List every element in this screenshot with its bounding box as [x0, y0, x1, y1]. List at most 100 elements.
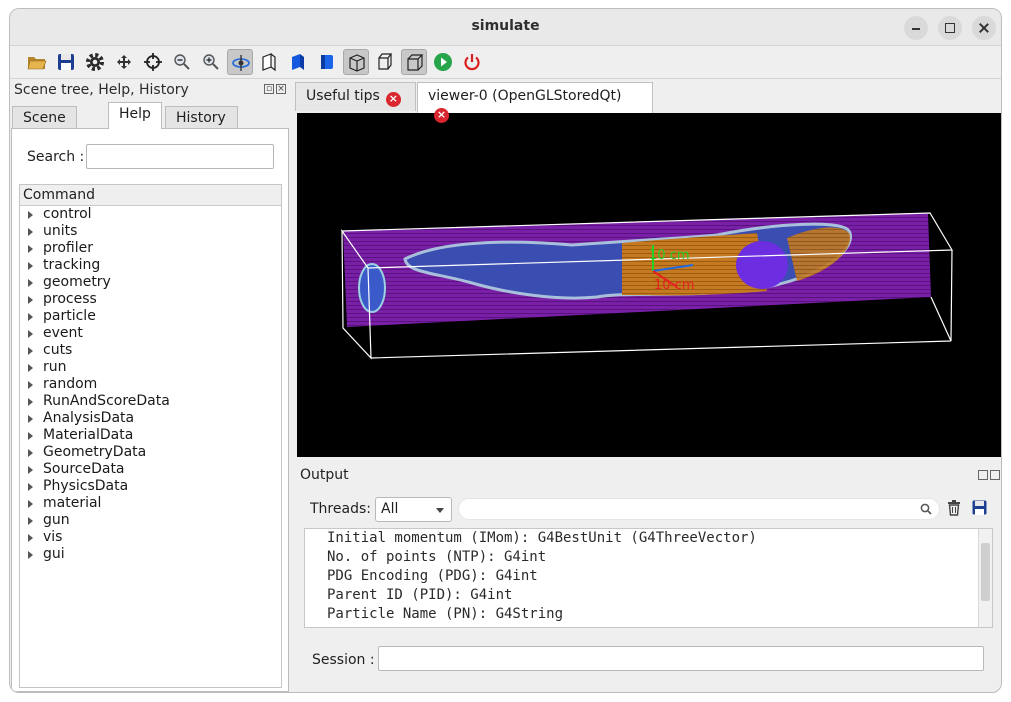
organ-region — [736, 241, 788, 289]
zoom-out-icon — [174, 54, 190, 70]
command-item[interactable]: particle — [20, 308, 281, 325]
output-log[interactable]: Initial momentum (IMom): G4BestUnit (G4T… — [304, 528, 993, 628]
session-label: Session : — [312, 652, 375, 668]
command-item[interactable]: AnalysisData — [20, 410, 281, 427]
zoom-in-button[interactable] — [198, 49, 224, 75]
dock-title: Scene tree, Help, History — [14, 82, 189, 98]
move-button[interactable] — [111, 49, 137, 75]
rotate-button[interactable] — [227, 49, 253, 75]
rotate-icon — [232, 55, 250, 71]
minimize-button[interactable] — [904, 16, 928, 40]
output-scrollbar[interactable] — [978, 529, 992, 627]
settings-icon — [86, 53, 104, 71]
command-item[interactable]: GeometryData — [20, 444, 281, 461]
zoom-in-icon — [203, 54, 219, 70]
command-item[interactable]: gun — [20, 512, 281, 529]
command-item[interactable]: units — [20, 223, 281, 240]
scroll-thumb[interactable] — [981, 543, 990, 601]
ortho-button[interactable] — [401, 49, 427, 75]
command-item[interactable]: RunAndScoreData — [20, 393, 281, 410]
run-button[interactable] — [430, 49, 456, 75]
command-item[interactable]: tracking — [20, 257, 281, 274]
title-bar: simulate — [10, 9, 1001, 46]
command-item[interactable]: PhysicsData — [20, 478, 281, 495]
search-label: Search : — [27, 149, 85, 165]
help-panel: Search : Command control units profiler tra… — [11, 128, 289, 692]
threads-label: Threads: — [310, 501, 371, 517]
dock-buttons: ▫ × — [262, 84, 286, 94]
solid-button[interactable] — [285, 49, 311, 75]
open-icon — [27, 57, 47, 70]
close-tab-icon[interactable]: × — [385, 92, 401, 107]
command-item[interactable]: random — [20, 376, 281, 393]
help-search-input[interactable] — [86, 144, 274, 169]
save-output-icon[interactable] — [972, 500, 987, 515]
command-item[interactable]: profiler — [20, 240, 281, 257]
float-icon[interactable] — [978, 470, 988, 480]
wireframe-button[interactable] — [372, 49, 398, 75]
maximize-button[interactable] — [938, 16, 962, 40]
tab-history[interactable]: History — [165, 106, 238, 129]
command-item[interactable]: MaterialData — [20, 427, 281, 444]
tab-viewer-0[interactable]: viewer-0 (OpenGLStoredQt) × — [417, 82, 653, 123]
surface-button[interactable] — [314, 49, 340, 75]
command-item[interactable]: run — [20, 359, 281, 376]
wireframe-icon — [378, 53, 393, 70]
float-icon[interactable]: ▫ — [264, 84, 274, 94]
save-button[interactable] — [53, 49, 79, 75]
command-tree: Command control units profiler tracking geom… — [19, 184, 282, 688]
tab-scene-tree[interactable]: Scene tree — [12, 106, 77, 142]
x-axis-label: 10 cm — [654, 278, 695, 293]
close-tab-icon[interactable]: × — [434, 108, 449, 123]
search-icon — [920, 503, 932, 515]
opengl-viewer[interactable]: 10 cm 10 cm — [297, 113, 1001, 457]
output-line: Particle Name (PN): G4String — [327, 606, 564, 622]
threads-select[interactable]: All — [375, 497, 452, 522]
y-axis-label: 10 cm — [649, 248, 690, 263]
move-icon — [117, 55, 131, 69]
open-button[interactable] — [24, 49, 50, 75]
tab-help[interactable]: Help — [108, 102, 162, 129]
close-window-button[interactable] — [972, 16, 996, 40]
perspective-icon — [349, 54, 365, 72]
quit-button[interactable] — [459, 49, 485, 75]
command-item[interactable]: cuts — [20, 342, 281, 359]
command-item[interactable]: vis — [20, 529, 281, 546]
close-dock-icon[interactable]: × — [276, 84, 286, 94]
output-line: PDG Encoding (PDG): G4int — [327, 568, 538, 584]
output-line: Parent ID (PID): G4int — [327, 587, 513, 603]
scene-render: 10 cm 10 cm — [340, 212, 954, 360]
command-item[interactable]: material — [20, 495, 281, 512]
output-title: Output — [300, 467, 349, 483]
save-icon — [58, 54, 74, 70]
command-item[interactable]: control — [20, 206, 281, 223]
tree-header: Command — [20, 185, 281, 206]
settings-button[interactable] — [82, 49, 108, 75]
crosshair-icon — [144, 53, 162, 71]
window-title: simulate — [471, 18, 540, 34]
pick-button[interactable] — [140, 49, 166, 75]
hidden-line-icon — [262, 53, 276, 72]
close-dock-icon[interactable] — [990, 470, 1000, 480]
command-item[interactable]: event — [20, 325, 281, 342]
command-item[interactable]: process — [20, 291, 281, 308]
run-icon — [434, 53, 452, 71]
end-cap-region — [358, 263, 386, 313]
solid-icon — [292, 54, 304, 70]
trash-icon[interactable] — [947, 500, 961, 516]
output-line: No. of points (NTP): G4int — [327, 549, 547, 565]
tab-useful-tips[interactable]: Useful tips × — [295, 82, 416, 111]
session-input[interactable] — [378, 646, 984, 671]
surface-icon — [321, 55, 333, 69]
command-item[interactable]: SourceData — [20, 461, 281, 478]
output-search-input[interactable] — [458, 498, 940, 520]
scene-help-history-dock: Scene tree, Help, History ▫× Scene tree … — [10, 80, 290, 692]
command-item[interactable]: gui — [20, 546, 281, 563]
output-line: Initial momentum (IMom): G4BestUnit (G4T… — [327, 530, 757, 546]
command-item[interactable]: geometry — [20, 274, 281, 291]
hidden-line-button[interactable] — [256, 49, 282, 75]
zoom-out-button[interactable] — [169, 49, 195, 75]
perspective-button[interactable] — [343, 49, 369, 75]
power-icon — [464, 54, 480, 71]
tab-label: Useful tips — [306, 88, 380, 104]
